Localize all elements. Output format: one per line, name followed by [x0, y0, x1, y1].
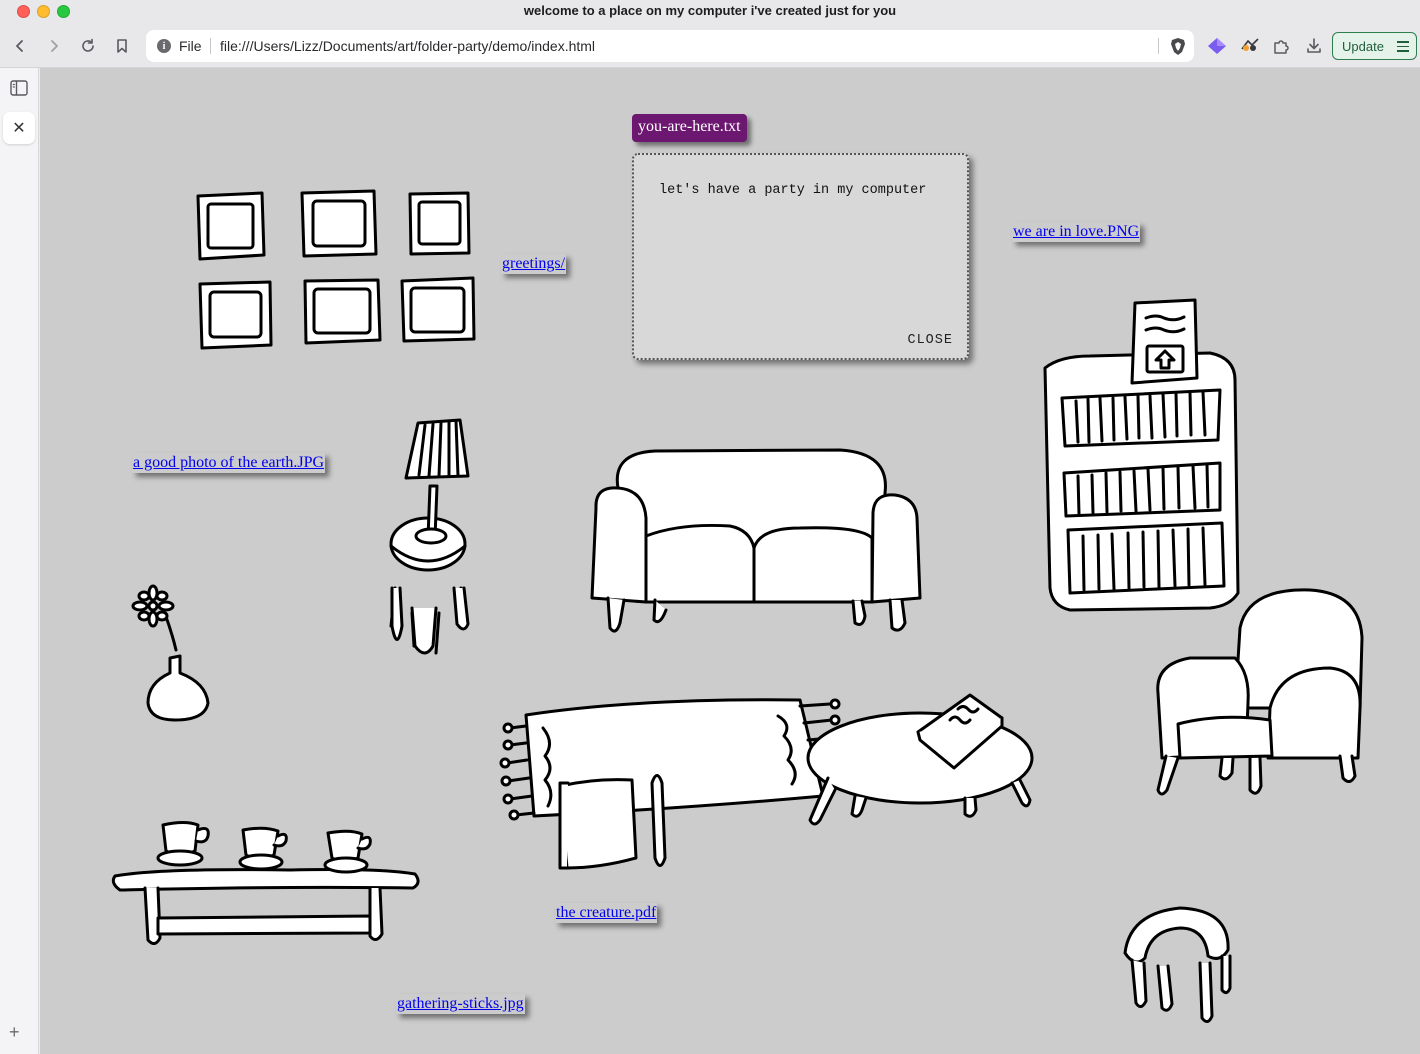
round-stool-illustration — [1125, 908, 1230, 1022]
vertical-tab-sidebar: ✕ + — [0, 68, 39, 1054]
page-canvas: greetings/ we are in love.PNG a good pho… — [40, 68, 1420, 1054]
update-label: Update — [1342, 38, 1384, 54]
bookmark-button[interactable] — [110, 34, 134, 58]
menu-icon — [1397, 41, 1409, 55]
url-text[interactable]: file:///Users/Lizz/Documents/art/folder-… — [220, 38, 595, 54]
picture-frames-illustration — [198, 191, 474, 348]
window-title: welcome to a place on my computer i've c… — [523, 3, 897, 18]
browser-toolbar: i File file:///Users/Lizz/Documents/art/… — [0, 24, 1420, 68]
brave-shield-icon[interactable] — [1169, 37, 1187, 56]
rug-illustration — [501, 700, 839, 819]
note-close-button[interactable]: CLOSE — [907, 333, 953, 348]
url-scheme-label: File — [179, 38, 202, 54]
forward-button[interactable] — [42, 34, 66, 58]
close-tab-icon[interactable]: ✕ — [12, 118, 25, 138]
note-window: let's have a party in my computer CLOSE — [632, 153, 969, 360]
reload-icon — [82, 38, 94, 52]
sidebar-toggle-button[interactable] — [8, 77, 30, 99]
address-bar[interactable]: i File file:///Users/Lizz/Documents/art/… — [146, 30, 1194, 62]
back-icon — [16, 40, 23, 52]
greetings-folder-link[interactable]: greetings/ — [501, 254, 567, 274]
armchair-illustration — [1158, 590, 1362, 794]
update-button[interactable]: Update — [1332, 32, 1417, 60]
rewards-icon[interactable] — [1207, 37, 1227, 55]
info-icon[interactable]: i — [157, 39, 171, 53]
we-are-in-love-image-link[interactable]: we are in love.PNG — [1012, 222, 1141, 242]
active-tab[interactable]: ✕ — [3, 112, 35, 144]
note-body-text: let's have a party in my computer — [659, 183, 927, 198]
sidebar-toggle-icon — [10, 80, 28, 96]
url-divider — [1158, 38, 1159, 54]
coffee-table-illustration — [808, 695, 1032, 824]
bookshelf-illustration — [1045, 300, 1238, 610]
sofa-illustration — [592, 450, 920, 631]
earth-photo-link[interactable]: a good photo of the earth.JPG — [132, 453, 326, 473]
window-titlebar: welcome to a place on my computer i've c… — [0, 0, 1420, 24]
flower-vase-illustration — [133, 586, 208, 720]
lamp-table-illustration — [391, 420, 468, 653]
url-separator — [210, 38, 211, 54]
forward-icon — [51, 40, 58, 52]
extensions-icon[interactable] — [1272, 37, 1290, 55]
add-tab-icon[interactable]: + — [9, 1022, 20, 1043]
tea-table-illustration — [113, 823, 418, 944]
the-creature-pdf-link[interactable]: the creature.pdf — [555, 903, 658, 923]
bookmark-icon — [117, 39, 127, 53]
download-icon[interactable] — [1305, 37, 1323, 55]
gathering-sticks-link[interactable]: gathering-sticks.jpg — [396, 994, 525, 1014]
reload-button[interactable] — [76, 34, 100, 58]
note-title-tab[interactable]: you-are-here.txt — [632, 114, 747, 142]
wallet-icon[interactable] — [1240, 37, 1260, 55]
back-button[interactable] — [8, 34, 32, 58]
